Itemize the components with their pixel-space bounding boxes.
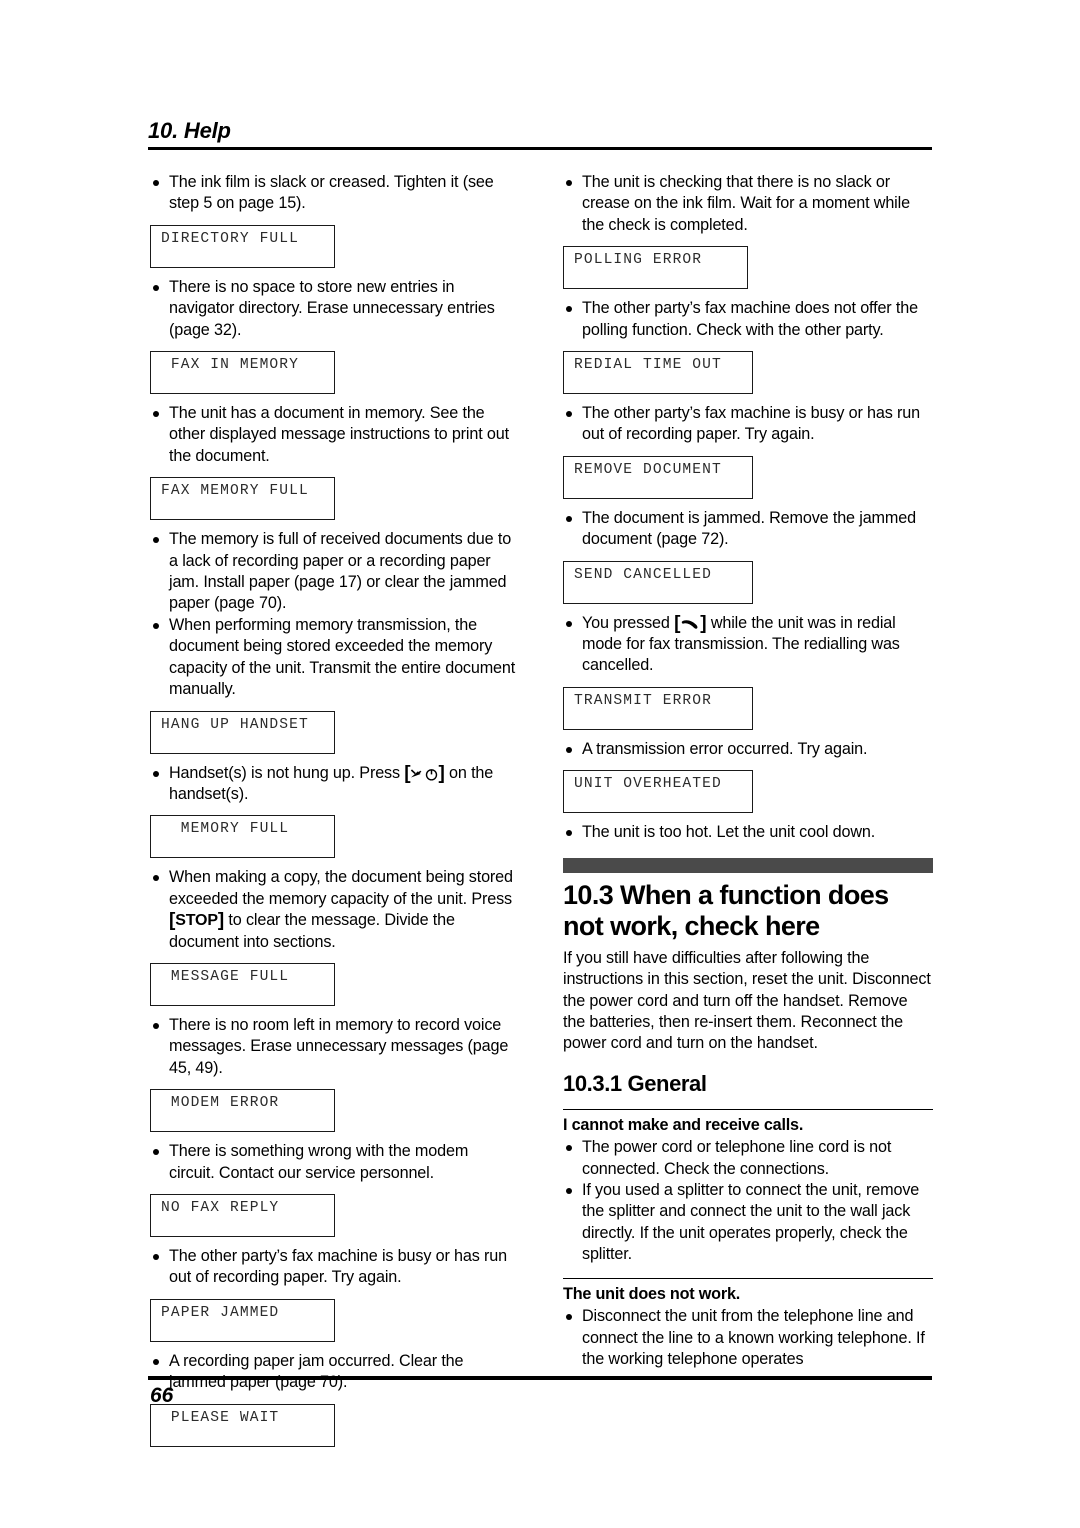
list-item: Disconnect the unit from the telephone l… bbox=[563, 1306, 933, 1370]
bullet-list: The other party’s fax machine is busy or… bbox=[563, 403, 933, 446]
lcd-message-box: SEND CANCELLED bbox=[563, 560, 753, 604]
list-item: When performing memory transmission, the… bbox=[150, 615, 518, 701]
question-title: I cannot make and receive calls. bbox=[563, 1116, 804, 1135]
list-item: The unit is too hot. Let the unit cool d… bbox=[563, 822, 933, 843]
list-item: If you used a splitter to connect the un… bbox=[563, 1180, 933, 1266]
lcd-message-box: UNIT OVERHEATED bbox=[563, 770, 753, 814]
divider bbox=[563, 1277, 933, 1280]
list-item-text-pre: When making a copy, the document being s… bbox=[169, 868, 513, 908]
lcd-message-box: POLLING ERROR bbox=[563, 246, 748, 290]
list-item: You pressed [] while the unit was in red… bbox=[563, 613, 933, 677]
divider bbox=[563, 1108, 933, 1111]
question-title: The unit does not work. bbox=[563, 1285, 741, 1304]
bullet-list: A transmission error occurred. Try again… bbox=[563, 739, 933, 760]
subsection-heading: 10.3.1 General bbox=[563, 1070, 707, 1096]
lcd-message-box: NO FAX REPLY bbox=[150, 1193, 335, 1237]
right-column: The unit is checking that there is no sl… bbox=[563, 172, 933, 1370]
bullet-list: There is something wrong with the modem … bbox=[150, 1141, 518, 1184]
running-head: 10. Help bbox=[148, 118, 932, 150]
running-head-rule bbox=[148, 147, 932, 150]
bullet-list: The power cord or telephone line cord is… bbox=[563, 1137, 933, 1265]
bullet-list: The unit is checking that there is no sl… bbox=[563, 172, 933, 236]
list-item: The memory is full of received documents… bbox=[150, 529, 518, 615]
list-item: The unit is checking that there is no sl… bbox=[563, 172, 933, 236]
bullet-list: The unit has a document in memory. See t… bbox=[150, 403, 518, 467]
lcd-message-box: PAPER JAMMED bbox=[150, 1298, 335, 1342]
running-head-title: 10. Help bbox=[148, 118, 231, 143]
bullet-list: Disconnect the unit from the telephone l… bbox=[563, 1306, 933, 1370]
bullet-list: The ink film is slack or creased. Tighte… bbox=[150, 172, 518, 215]
bullet-list: There is no space to store new entries i… bbox=[150, 277, 518, 341]
list-item: The other party’s fax machine is busy or… bbox=[563, 403, 933, 446]
lcd-message-box: MESSAGE FULL bbox=[150, 962, 335, 1006]
bullet-list: The document is jammed. Remove the jamme… bbox=[563, 508, 933, 551]
power-circle-icon bbox=[426, 768, 438, 781]
list-item-text-pre: You pressed bbox=[582, 613, 675, 632]
page-number: 66 bbox=[150, 1384, 174, 1407]
bullet-list: The memory is full of received documents… bbox=[150, 529, 518, 700]
bullet-list: There is no room left in memory to recor… bbox=[150, 1015, 518, 1079]
bullet-list: The other party’s fax machine is busy or… bbox=[150, 1246, 518, 1289]
lcd-message-box: REMOVE DOCUMENT bbox=[563, 455, 753, 499]
lcd-message-box: MODEM ERROR bbox=[150, 1089, 335, 1133]
lcd-message-box: TRANSMIT ERROR bbox=[563, 686, 753, 730]
lcd-message-box: FAX MEMORY FULL bbox=[150, 477, 335, 521]
list-item: A transmission error occurred. Try again… bbox=[563, 739, 933, 760]
list-item: The document is jammed. Remove the jamme… bbox=[563, 508, 933, 551]
handset-hook-key: [] bbox=[674, 612, 707, 634]
list-item: Handset(s) is not hung up. Press [] on t… bbox=[150, 763, 518, 806]
telephone-handset-icon bbox=[682, 619, 698, 629]
lcd-message-box: DIRECTORY FULL bbox=[150, 224, 335, 268]
bullet-list: When making a copy, the document being s… bbox=[150, 867, 518, 953]
section-body-text: If you still have difficulties after fol… bbox=[563, 948, 931, 1053]
lcd-message-box: REDIAL TIME OUT bbox=[563, 351, 753, 395]
left-column: The ink film is slack or creased. Tighte… bbox=[150, 172, 518, 1456]
lcd-message-box: HANG UP HANDSET bbox=[150, 710, 335, 754]
stop-key-label: STOP bbox=[175, 912, 218, 930]
section-header-bar bbox=[563, 857, 933, 873]
bullet-list: Handset(s) is not hung up. Press [] on t… bbox=[150, 763, 518, 806]
list-item: The unit has a document in memory. See t… bbox=[150, 403, 518, 467]
list-item: There is no room left in memory to recor… bbox=[150, 1015, 518, 1079]
bullet-list: The other party’s fax machine does not o… bbox=[563, 298, 933, 341]
lcd-message-box: FAX IN MEMORY bbox=[150, 351, 335, 395]
lcd-message-box: MEMORY FULL bbox=[150, 815, 335, 859]
list-item: The other party’s fax machine does not o… bbox=[563, 298, 933, 341]
bullet-list: The unit is too hot. Let the unit cool d… bbox=[563, 822, 933, 843]
manual-page: 10. Help The ink film is slack or crease… bbox=[0, 0, 1080, 1528]
list-item: When making a copy, the document being s… bbox=[150, 867, 518, 953]
list-item: The other party’s fax machine is busy or… bbox=[150, 1246, 518, 1289]
stop-key: [STOP] bbox=[169, 910, 225, 932]
list-item: The ink film is slack or creased. Tighte… bbox=[150, 172, 518, 215]
cancel-power-key: [] bbox=[404, 762, 445, 784]
list-item-text-pre: Handset(s) is not hung up. Press bbox=[169, 763, 405, 782]
list-item: A recording paper jam occurred. Clear th… bbox=[150, 1351, 518, 1394]
lcd-message-box: PLEASE WAIT bbox=[150, 1403, 335, 1447]
list-item: There is no space to store new entries i… bbox=[150, 277, 518, 341]
bullet-list: You pressed [] while the unit was in red… bbox=[563, 613, 933, 677]
phone-off-icon bbox=[411, 768, 422, 777]
bullet-list: A recording paper jam occurred. Clear th… bbox=[150, 1351, 518, 1394]
section-heading: 10.3 When a function does not work, chec… bbox=[563, 879, 889, 941]
list-item: The power cord or telephone line cord is… bbox=[563, 1137, 933, 1180]
footer-rule bbox=[148, 1376, 932, 1380]
list-item: There is something wrong with the modem … bbox=[150, 1141, 518, 1184]
